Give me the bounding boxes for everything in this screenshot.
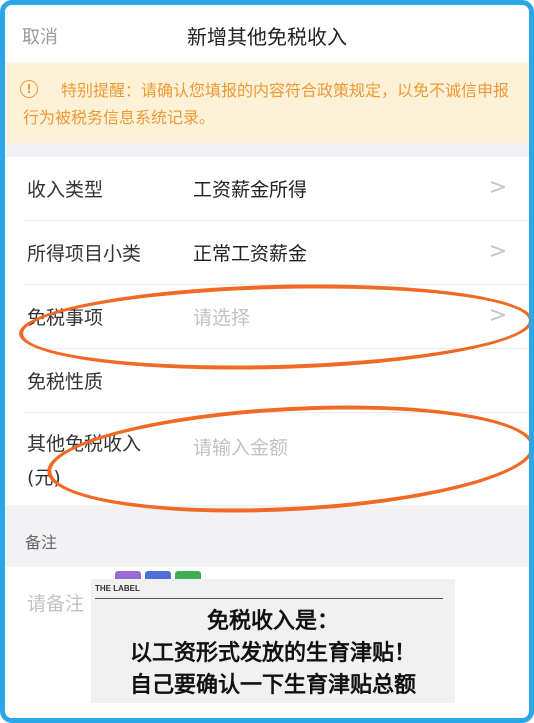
label-card-line: 以工资形式发放的生育津贴！ (129, 641, 416, 666)
label-card-title: THE LABEL (95, 584, 140, 593)
chevron-right-icon: > (488, 239, 507, 264)
page-title: 新增其他免税收入 (187, 25, 347, 49)
notice-text: 特别提醒：请确认您填报的内容符合政策规定，以免不诚信申报行为被税务信息系统记录。 (23, 81, 510, 127)
remarks-section-header: 备注 (5, 505, 529, 567)
label-card-line: 免税收入是： (206, 609, 339, 634)
warning-notice: ! 特别提醒：请确认您填报的内容符合政策规定，以免不诚信申报行为被税务信息系统记… (5, 63, 529, 143)
income-subcategory-label: 所得项目小类 (27, 243, 142, 265)
remarks-label: 备注 (25, 533, 58, 552)
chevron-right-icon: > (488, 175, 507, 200)
exemption-nature-label: 免税性质 (27, 371, 104, 393)
phone-frame: 取消 新增其他免税收入 ! 特别提醒：请确认您填报的内容符合政策规定，以免不诚信… (0, 0, 534, 723)
row-income-type[interactable]: 收入类型 工资薪金所得 > (5, 157, 529, 221)
row-income-subcategory[interactable]: 所得项目小类 正常工资薪金 > (5, 221, 529, 285)
income-type-label: 收入类型 (27, 179, 104, 201)
label-card-line: 自己要确认一下生育津贴总额 (129, 673, 416, 698)
income-subcategory-value: 正常工资薪金 (193, 243, 308, 265)
navigation-bar: 取消 新增其他免税收入 (5, 5, 529, 63)
label-card-rule (95, 598, 443, 599)
income-type-value: 工资薪金所得 (193, 179, 308, 201)
annotation-label-card: THE LABEL 免税收入是： 以工资形式发放的生育津贴！ 自己要确认一下生育… (91, 579, 455, 703)
remarks-placeholder: 请备注 (27, 593, 85, 615)
